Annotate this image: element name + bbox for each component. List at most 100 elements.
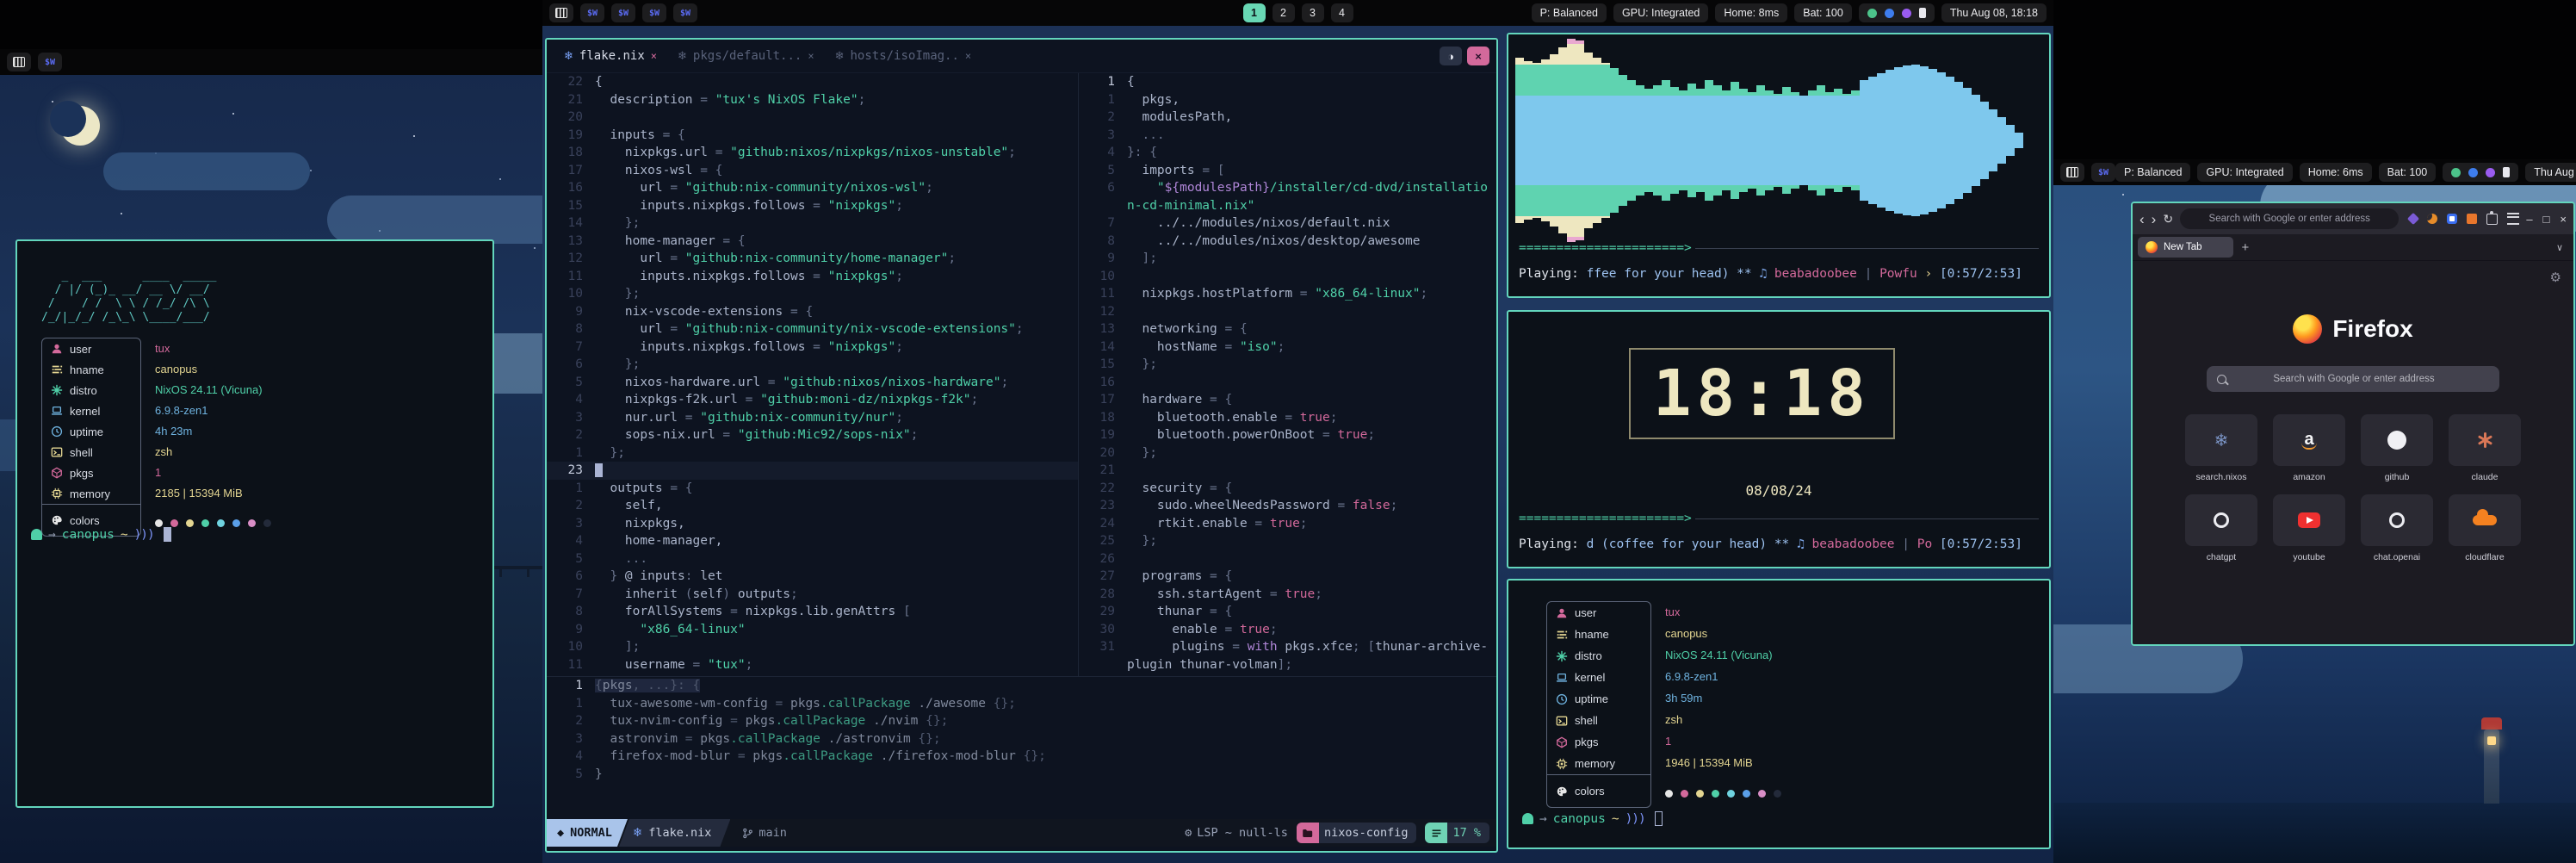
firefox-window[interactable]: ‹ › ↻ Search with Google or enter addres… — [2131, 202, 2575, 646]
amazon-icon: a — [2301, 431, 2316, 450]
workspace-3[interactable]: 3 — [1302, 3, 1324, 22]
launcher-group: $W — [2091, 163, 2115, 182]
code-line: 16 — [1079, 374, 1496, 392]
menu-icon[interactable] — [2507, 213, 2519, 225]
close-button[interactable]: × — [2560, 213, 2567, 226]
cube-icon — [51, 467, 63, 479]
launcher-workspace-icon[interactable]: $W — [2091, 163, 2115, 182]
shortcut-tile-search-nixos[interactable]: ❄search.nixos — [2182, 414, 2261, 482]
gear-icon[interactable]: ⚙ — [2550, 270, 2561, 285]
cava-bar — [1791, 40, 1799, 241]
app-launcher-button[interactable] — [7, 53, 31, 71]
buffer-tab-pkgs-default-[interactable]: ❄pkgs/default...× — [667, 40, 825, 72]
titlebar-close-button[interactable]: × — [1467, 47, 1489, 65]
buffer-tab-flake-nix[interactable]: ❄flake.nix× — [554, 40, 667, 72]
shortcut-tile-amazon[interactable]: aamazon — [2269, 414, 2349, 482]
status-modules: P: BalancedGPU: IntegratedHome: 8msBat: … — [1532, 3, 2047, 22]
workspace-2[interactable]: 2 — [1273, 3, 1295, 22]
editor-pane-flake[interactable]: 22{21 description = "tux's NixOS Flake";… — [547, 73, 1078, 676]
snow-icon — [51, 384, 63, 396]
terminal-cava[interactable]: ======================> Playing: ffee fo… — [1507, 33, 2051, 298]
network-icon[interactable] — [1867, 9, 1877, 18]
search-input[interactable]: Search with Google or enter address — [2207, 366, 2499, 392]
cava-bar — [2006, 40, 2015, 241]
shortcut-tile-youtube[interactable]: youtube — [2269, 494, 2349, 562]
workspace-1[interactable]: 1 — [1243, 3, 1266, 22]
cava-bar — [1877, 40, 1886, 241]
launcher-workspace-icon[interactable]: $W — [673, 3, 697, 22]
cava-bar — [1963, 40, 1972, 241]
close-icon[interactable]: × — [965, 50, 971, 62]
editor-pane-iso[interactable]: 1{1 pkgs,2 modulesPath,3 ...4}: {5 impor… — [1078, 73, 1496, 676]
code-line: 17 hardware = { — [1079, 391, 1496, 409]
code-line: 7 inputs.nixpkgs.follows = "nixpkgs"; — [547, 338, 1078, 357]
firefox-toolbar: ‹ › ↻ Search with Google or enter addres… — [2133, 203, 2573, 234]
fetch-value-memory: 1946 | 15394 MiB — [1665, 752, 1781, 773]
code-line: 3 nixpkgs, — [547, 515, 1078, 533]
maximize-button[interactable]: □ — [2543, 213, 2550, 226]
tab-new-tab[interactable]: New Tab — [2138, 237, 2233, 258]
fetch-value-shell: zsh — [155, 441, 271, 462]
workspace-4[interactable]: 4 — [1331, 3, 1353, 22]
fetch-row-shell: shell — [42, 442, 140, 463]
cava-bar — [1533, 40, 1541, 241]
terminal-fastfetch-left[interactable]: _ ___ ____ _____ / |/ (_)_ __/ __ \/ __/… — [15, 239, 494, 808]
media-icon[interactable] — [2486, 168, 2495, 177]
shortcut-tile-claude[interactable]: claude — [2445, 414, 2524, 482]
media-icon[interactable] — [1902, 9, 1911, 18]
window-buttons: ◑× — [1440, 47, 1489, 65]
network-icon[interactable] — [2451, 168, 2461, 177]
shortcut-tile-chatgpt[interactable]: chatgpt — [2182, 494, 2261, 562]
close-icon[interactable]: × — [651, 50, 657, 62]
forward-button[interactable]: › — [2152, 212, 2157, 227]
bluetooth-icon[interactable] — [1885, 9, 1894, 18]
launcher-workspace-icon[interactable]: $W — [580, 3, 604, 22]
ghost-icon — [31, 529, 42, 540]
bluetooth-icon[interactable] — [2468, 168, 2478, 177]
palette-icon — [51, 514, 63, 526]
code-line: 31 plugins = with pkgs.xfce; [thunar-arc… — [1079, 638, 1496, 656]
buffer-tab-hosts-isoImag-[interactable]: ❄hosts/isoImag..× — [825, 40, 982, 72]
music-progress: ======================> — [1519, 512, 2039, 525]
launcher-group: $W — [38, 53, 62, 71]
extension-icon-purple[interactable] — [2407, 213, 2419, 225]
shortcut-tile-cloudflare[interactable]: cloudflare — [2445, 494, 2524, 562]
shortcut-tile-chat-openai[interactable]: chat.openai — [2357, 494, 2437, 562]
reload-button[interactable]: ↻ — [2163, 212, 2173, 227]
fetch-value-uptime: 3h 59m — [1665, 687, 1781, 709]
fastfetch-values: tuxcanopusNixOS 24.11 (Vicuna)6.9.8-zen1… — [1665, 601, 1781, 810]
status-pill: GPU: Integrated — [1613, 3, 1708, 22]
terminal-fastfetch-right[interactable]: userhnamedistrokerneluptimeshellpkgsmemo… — [1507, 579, 2051, 849]
launcher-workspace-icon[interactable]: $W — [611, 3, 635, 22]
git-branch: main — [730, 826, 787, 840]
extensions-icon[interactable] — [2486, 214, 2498, 225]
neovim-window[interactable]: ❄flake.nix×❄pkgs/default...×❄hosts/isoIm… — [545, 38, 1498, 853]
shortcut-tile-github[interactable]: github — [2357, 414, 2437, 482]
extension-icon-blue[interactable] — [2447, 214, 2457, 224]
phone-icon[interactable] — [2503, 167, 2510, 177]
app-launcher-button[interactable] — [549, 3, 573, 22]
back-button[interactable]: ‹ — [2139, 212, 2145, 227]
code-line: 6 } @ inputs: let — [547, 568, 1078, 586]
app-launcher-button[interactable] — [2060, 163, 2084, 182]
new-tab-button[interactable]: + — [2242, 240, 2250, 255]
terminal-clock[interactable]: 18:18 08/08/24 ======================> P… — [1507, 310, 2051, 568]
minimize-button[interactable]: – — [2526, 213, 2532, 226]
fetch-row-uptime: uptime — [1547, 688, 1650, 710]
list-tabs-button[interactable]: ∨ — [2556, 242, 2568, 253]
nixos-ascii-logo: _ ___ ____ _____ / |/ (_)_ __/ __ \/ __/… — [41, 270, 217, 325]
extension-icon-orange[interactable] — [2427, 214, 2437, 224]
ghost-icon — [1522, 813, 1533, 824]
code-line: 28 ssh.startAgent = true; — [1079, 586, 1496, 604]
editor-pane-pkgs[interactable]: 1{pkgs, ...}: {1 tux-awesome-wm-config =… — [547, 676, 1496, 819]
cava-bar — [1653, 40, 1662, 241]
launcher-workspace-icon[interactable]: $W — [38, 53, 62, 71]
titlebar-toggle-button[interactable]: ◑ — [1440, 47, 1462, 65]
launcher-workspace-icon[interactable]: $W — [642, 3, 666, 22]
monitor-center: $W $W $W $W 1234 P: BalancedGPU: Integrated… — [542, 0, 2053, 863]
url-bar[interactable]: Search with Google or enter address — [2180, 208, 2399, 229]
phone-icon[interactable] — [1919, 8, 1926, 18]
extension-icon-ublock[interactable] — [2467, 214, 2477, 224]
close-icon[interactable]: × — [808, 50, 814, 62]
cava-bar — [1997, 40, 2006, 241]
